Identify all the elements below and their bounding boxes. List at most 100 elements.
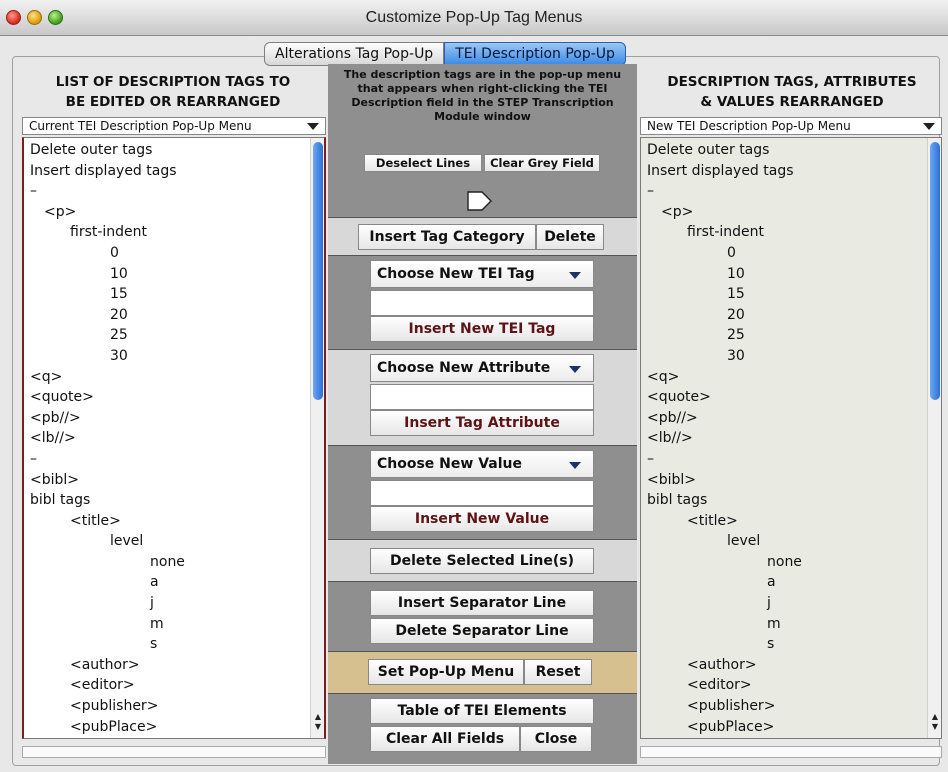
list-item[interactable]: Insert displayed tags [24,161,308,182]
reset-button[interactable]: Reset [524,659,592,685]
delete-button[interactable]: Delete [536,224,604,250]
delete-selected-lines-button[interactable]: Delete Selected Line(s) [370,548,594,574]
choose-tei-tag-dropdown[interactable]: Choose New TEI Tag [370,260,594,288]
deselect-lines-button[interactable]: Deselect Lines [364,154,482,172]
list-item[interactable]: <pb//> [641,408,925,429]
list-item[interactable]: a [641,572,925,593]
list-item[interactable]: 30 [24,346,308,367]
current-menu-dropdown[interactable]: Current TEI Description Pop-Up Menu [22,117,326,135]
info-text: The description tags are in the pop-up m… [343,68,622,123]
list-item[interactable]: j [24,593,308,614]
list-item[interactable]: <pubPlace> [641,717,925,738]
delete-separator-line-button[interactable]: Delete Separator Line [370,618,594,644]
left-scroll-thumb[interactable] [313,142,323,400]
list-item[interactable]: 20 [641,305,925,326]
clear-all-fields-button[interactable]: Clear All Fields [370,726,520,752]
list-item[interactable]: 0 [24,243,308,264]
list-item[interactable]: 10 [24,264,308,285]
attribute-section: Choose New Attribute Insert Tag Attribut… [328,350,637,446]
insert-new-value-button[interactable]: Insert New Value [370,506,594,532]
list-item[interactable]: <lb//> [641,428,925,449]
list-item[interactable]: <q> [24,367,308,388]
list-item[interactable]: none [641,552,925,573]
insert-separator-line-button[interactable]: Insert Separator Line [370,590,594,616]
list-item[interactable]: 30 [641,346,925,367]
list-item[interactable]: <publisher> [641,696,925,717]
scroll-arrows-icon[interactable]: ▲ ▼ [313,712,323,732]
list-item[interactable]: Delete outer tags [641,140,925,161]
attribute-input[interactable] [370,384,594,410]
list-item[interactable]: m [641,614,925,635]
choose-value-dropdown[interactable]: Choose New Value [370,450,594,478]
separator-section: Insert Separator Line Delete Separator L… [328,582,637,652]
right-scrollbar[interactable]: ▲ ▼ [927,138,941,738]
list-item[interactable]: <title> [641,511,925,532]
list-item[interactable]: bibl tags [24,490,308,511]
list-item[interactable]: – [641,449,925,470]
new-menu-dropdown[interactable]: New TEI Description Pop-Up Menu [640,117,942,135]
list-item[interactable]: bibl tags [641,490,925,511]
list-item[interactable]: <editor> [24,675,308,696]
list-item[interactable]: 15 [641,284,925,305]
list-item[interactable]: – [641,181,925,202]
list-item[interactable]: 25 [24,325,308,346]
scroll-arrows-icon[interactable]: ▲ ▼ [930,712,940,732]
list-item[interactable]: <quote> [24,387,308,408]
list-item[interactable]: Insert displayed tags [641,161,925,182]
set-popup-menu-button[interactable]: Set Pop-Up Menu [368,659,524,685]
list-item[interactable]: <title> [24,511,308,532]
list-item[interactable]: <lb//> [24,428,308,449]
left-horizontal-scrollbar[interactable] [22,746,326,758]
table-of-tei-elements-button[interactable]: Table of TEI Elements [370,698,594,724]
list-item[interactable]: <author> [641,655,925,676]
current-menu-list[interactable]: Delete outer tags Insert displayed tags – <… [22,137,326,739]
tab-bar: Alterations Tag Pop-Up TEI Description P… [264,42,626,66]
tei-tag-input[interactable] [370,290,594,316]
list-item[interactable]: <p> [24,202,308,223]
list-item[interactable]: level [24,531,308,552]
right-horizontal-scrollbar[interactable] [640,746,942,758]
list-item[interactable]: 25 [641,325,925,346]
tab-alterations-tag-popup[interactable]: Alterations Tag Pop-Up [264,42,445,66]
value-input[interactable] [370,480,594,506]
left-header-line2: BE EDITED OR REARRANGED [65,94,281,110]
list-item[interactable]: s [24,634,308,655]
list-item[interactable]: – [24,449,308,470]
choose-attribute-label: Choose New Attribute [377,360,551,376]
list-item[interactable]: <editor> [641,675,925,696]
list-item[interactable]: first-indent [24,222,308,243]
list-item[interactable]: 0 [641,243,925,264]
list-item[interactable]: level [641,531,925,552]
list-item[interactable]: <author> [24,655,308,676]
tab-tei-description-popup[interactable]: TEI Description Pop-Up [444,42,626,66]
list-item[interactable]: m [24,614,308,635]
list-item[interactable]: 15 [24,284,308,305]
insert-tag-attribute-button[interactable]: Insert Tag Attribute [370,410,594,436]
close-button[interactable]: Close [520,726,592,752]
list-item[interactable]: 10 [641,264,925,285]
list-item[interactable]: j [641,593,925,614]
list-item[interactable]: none [24,552,308,573]
list-item[interactable]: <q> [641,367,925,388]
list-item[interactable]: first-indent [641,222,925,243]
left-scrollbar[interactable]: ▲ ▼ [310,138,324,738]
right-scroll-thumb[interactable] [930,142,940,400]
list-item[interactable]: Delete outer tags [24,140,308,161]
list-item[interactable]: <pb//> [24,408,308,429]
clear-grey-field-button[interactable]: Clear Grey Field [484,154,600,172]
list-item[interactable]: <bibl> [641,470,925,491]
list-item[interactable]: 20 [24,305,308,326]
insert-new-tei-tag-button[interactable]: Insert New TEI Tag [370,316,594,342]
insert-tag-category-button[interactable]: Insert Tag Category [358,224,536,250]
list-item[interactable]: <pubPlace> [24,717,308,738]
list-item[interactable]: <p> [641,202,925,223]
choose-attribute-dropdown[interactable]: Choose New Attribute [370,354,594,382]
list-item[interactable]: <quote> [641,387,925,408]
list-item[interactable]: s [641,634,925,655]
new-menu-list[interactable]: Delete outer tags Insert displayed tags – <… [640,137,942,739]
list-item[interactable]: <publisher> [24,696,308,717]
list-item[interactable]: – [24,181,308,202]
controls-column: The description tags are in the pop-up m… [328,64,637,764]
list-item[interactable]: <bibl> [24,470,308,491]
list-item[interactable]: a [24,572,308,593]
